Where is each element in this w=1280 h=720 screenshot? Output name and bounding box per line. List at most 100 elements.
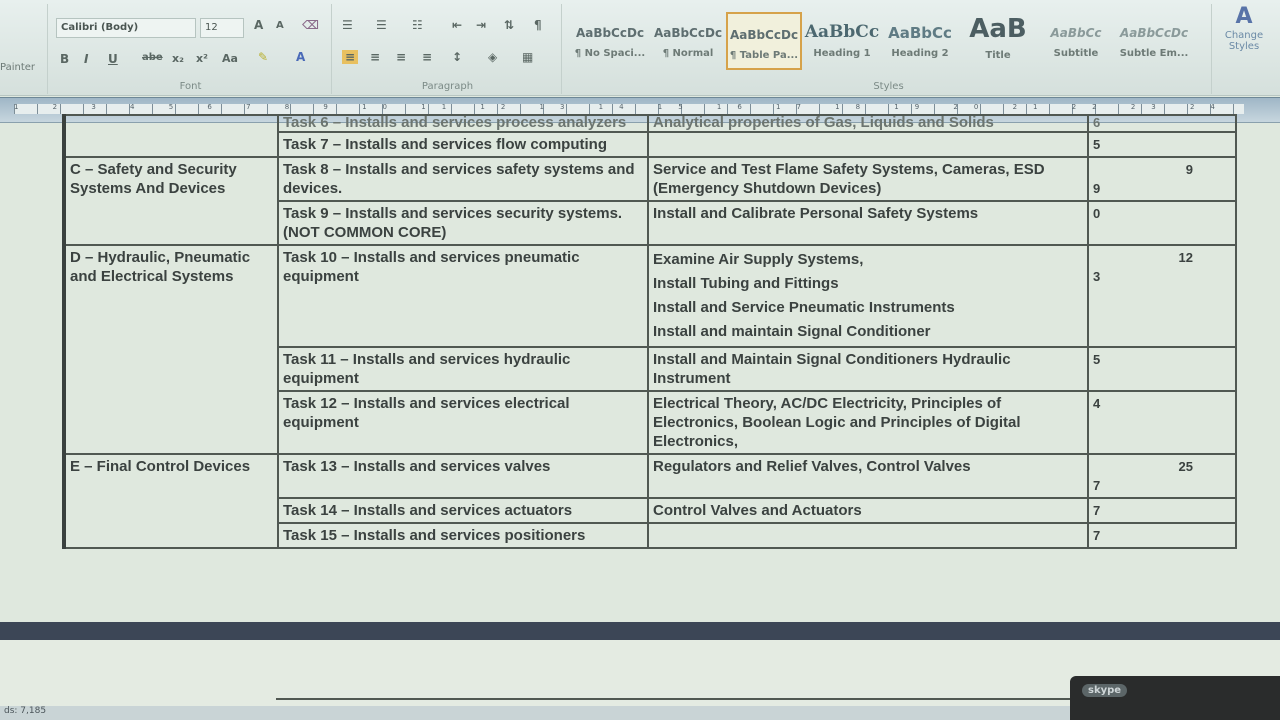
style-name: Heading 2 (891, 48, 949, 59)
content-line: Install and Service Pneumatic Instrument… (653, 299, 955, 316)
strikethrough-button[interactable]: abe (142, 52, 163, 63)
justify-icon[interactable]: ≡ (422, 50, 432, 64)
style-table-paragraph[interactable]: AaBbCcDc ¶ Table Pa... (726, 12, 802, 70)
hours-cell[interactable]: 0 (1087, 200, 1237, 246)
task-cell[interactable]: Task 7 – Installs and services flow comp… (277, 131, 649, 158)
content-cell[interactable]: Install and Calibrate Personal Safety Sy… (647, 200, 1089, 246)
font-color-icon[interactable]: A (296, 50, 305, 64)
sort-icon[interactable]: ⇅ (504, 18, 514, 32)
font-size-combobox[interactable]: 12 (200, 18, 244, 38)
borders-icon[interactable]: ▦ (522, 50, 533, 64)
styles-group: AaBbCcDc ¶ No Spaci... AaBbCcDc ¶ Normal… (566, 4, 1212, 94)
hours-cell[interactable]: 7 (1087, 497, 1237, 524)
task-hours: 4 (1093, 396, 1101, 411)
italic-button[interactable]: I (84, 52, 88, 66)
table-row: D – Hydraulic, Pneumatic and Electrical … (62, 244, 1237, 455)
hours-cell[interactable]: 4 (1087, 390, 1237, 455)
hours-cell[interactable]: 12 3 (1087, 244, 1237, 348)
bullets-icon[interactable]: ☰ (342, 18, 353, 32)
section-total: 25 (1178, 459, 1193, 474)
content-cell[interactable]: Service and Test Flame Safety Systems, C… (647, 156, 1089, 202)
styles-group-label: Styles (873, 81, 904, 92)
content-cell[interactable]: Regulators and Relief Valves, Control Va… (647, 453, 1089, 499)
style-normal[interactable]: AaBbCcDc ¶ Normal (650, 12, 726, 70)
section-cell[interactable] (62, 114, 279, 158)
task-cell[interactable]: Task 12 – Installs and services electric… (277, 390, 649, 455)
font-name-combobox[interactable]: Calibri (Body) (56, 18, 196, 38)
style-preview: AaBbCc (804, 22, 880, 42)
document-page[interactable]: Task 6 – Installs and services process a… (0, 114, 1280, 624)
numbering-icon[interactable]: ☰ (376, 18, 387, 32)
underline-button[interactable]: U (108, 52, 118, 66)
align-center-icon[interactable]: ≡ (370, 50, 380, 64)
hours-cell[interactable]: 7 (1087, 522, 1237, 549)
shrink-font-button[interactable]: A (276, 20, 284, 31)
hours-cell[interactable]: 5 (1087, 346, 1237, 392)
subscript-button[interactable]: x₂ (172, 52, 184, 65)
font-group: Calibri (Body) 12 A A ⌫ B I U abe x₂ x² … (50, 4, 332, 94)
style-name: ¶ Table Pa... (729, 50, 799, 61)
clear-formatting-icon[interactable]: ⌫ (302, 18, 319, 32)
style-name: ¶ Normal (662, 48, 714, 59)
superscript-button[interactable]: x² (196, 52, 208, 65)
content-cell[interactable]: Electrical Theory, AC/DC Electricity, Pr… (647, 390, 1089, 455)
change-styles-button[interactable]: A Change Styles (1218, 4, 1270, 52)
shading-icon[interactable]: ◈ (488, 50, 497, 64)
content-cell[interactable]: Control Valves and Actuators (647, 497, 1089, 524)
grow-font-button[interactable]: A (254, 18, 263, 32)
task-table[interactable]: Task 6 – Installs and services process a… (62, 114, 1237, 549)
task-table-body: Task 6 – Installs and services process a… (62, 114, 1237, 549)
section-cell[interactable]: E – Final Control Devices (62, 453, 279, 549)
style-heading-1[interactable]: AaBbCc Heading 1 (804, 12, 880, 70)
style-name: Heading 1 (813, 48, 871, 59)
task-cell[interactable]: Task 9 – Installs and services security … (277, 200, 649, 246)
task-cell[interactable]: Task 14 – Installs and services actuator… (277, 497, 649, 524)
style-no-spacing[interactable]: AaBbCcDc ¶ No Spaci... (572, 12, 648, 70)
style-title[interactable]: AaB Title (960, 12, 1036, 70)
line-spacing-icon[interactable]: ↕ (452, 50, 462, 64)
hours-cell[interactable]: 25 7 (1087, 453, 1237, 499)
section-cell[interactable]: D – Hydraulic, Pneumatic and Electrical … (62, 244, 279, 455)
style-heading-2[interactable]: AaBbCc Heading 2 (882, 12, 958, 70)
align-right-icon[interactable]: ≡ (396, 50, 406, 64)
task-cell[interactable]: Task 13 – Installs and services valves (277, 453, 649, 499)
task-hours: 7 (1093, 503, 1101, 518)
content-cell[interactable] (647, 522, 1089, 549)
table-row: C – Safety and Security Systems And Devi… (62, 156, 1237, 246)
task-cell[interactable]: Task 8 – Installs and services safety sy… (277, 156, 649, 202)
align-left-icon[interactable]: ≡ (342, 50, 359, 64)
clipboard-group: Painter (0, 4, 48, 94)
change-styles-line2: Styles (1228, 41, 1260, 52)
hours-cell[interactable]: 5 (1087, 131, 1237, 158)
task-cell[interactable]: Task 6 – Installs and services process a… (277, 114, 649, 133)
paragraph-group-label: Paragraph (421, 81, 474, 92)
highlight-icon[interactable]: ✎ (258, 50, 268, 64)
style-name: Subtitle (1053, 48, 1099, 59)
style-preview: AaBbCcDc (729, 28, 799, 42)
style-subtitle[interactable]: AaBbCc Subtitle (1038, 12, 1114, 70)
show-formatting-marks-icon[interactable]: ¶ (534, 18, 542, 32)
word-count[interactable]: ds: 7,185 (4, 706, 46, 716)
multilevel-list-icon[interactable]: ☷ (412, 18, 423, 32)
style-subtle-emphasis[interactable]: AaBbCcDc Subtle Em... (1116, 12, 1192, 70)
task-hours: 9 (1093, 181, 1101, 196)
increase-indent-icon[interactable]: ⇥ (476, 18, 486, 32)
decrease-indent-icon[interactable]: ⇤ (452, 18, 462, 32)
content-cell[interactable]: Install and Maintain Signal Conditioners… (647, 346, 1089, 392)
task-cell[interactable]: Task 11 – Installs and services hydrauli… (277, 346, 649, 392)
content-cell[interactable]: Analytical properties of Gas, Liquids an… (647, 114, 1089, 133)
task-cell[interactable]: Task 15 – Installs and services position… (277, 522, 649, 549)
format-painter-button[interactable]: Painter (0, 62, 35, 73)
hours-cell[interactable]: 6 (1087, 114, 1237, 133)
content-cell[interactable] (647, 131, 1089, 158)
hours-cell[interactable]: 99 (1087, 156, 1237, 202)
change-case-button[interactable]: Aa (222, 52, 238, 65)
task-cell[interactable]: Task 10 – Installs and services pneumati… (277, 244, 649, 348)
style-preview: AaBbCcDc (1119, 26, 1189, 40)
table-row: Task 6 – Installs and services process a… (62, 114, 1237, 158)
bold-button[interactable]: B (60, 52, 69, 66)
skype-panel[interactable]: skype (1070, 676, 1280, 720)
content-line: Install and maintain Signal Conditioner (653, 323, 931, 340)
content-cell[interactable]: Examine Air Supply Systems, Install Tubin… (647, 244, 1089, 348)
section-cell[interactable]: C – Safety and Security Systems And Devi… (62, 156, 279, 246)
